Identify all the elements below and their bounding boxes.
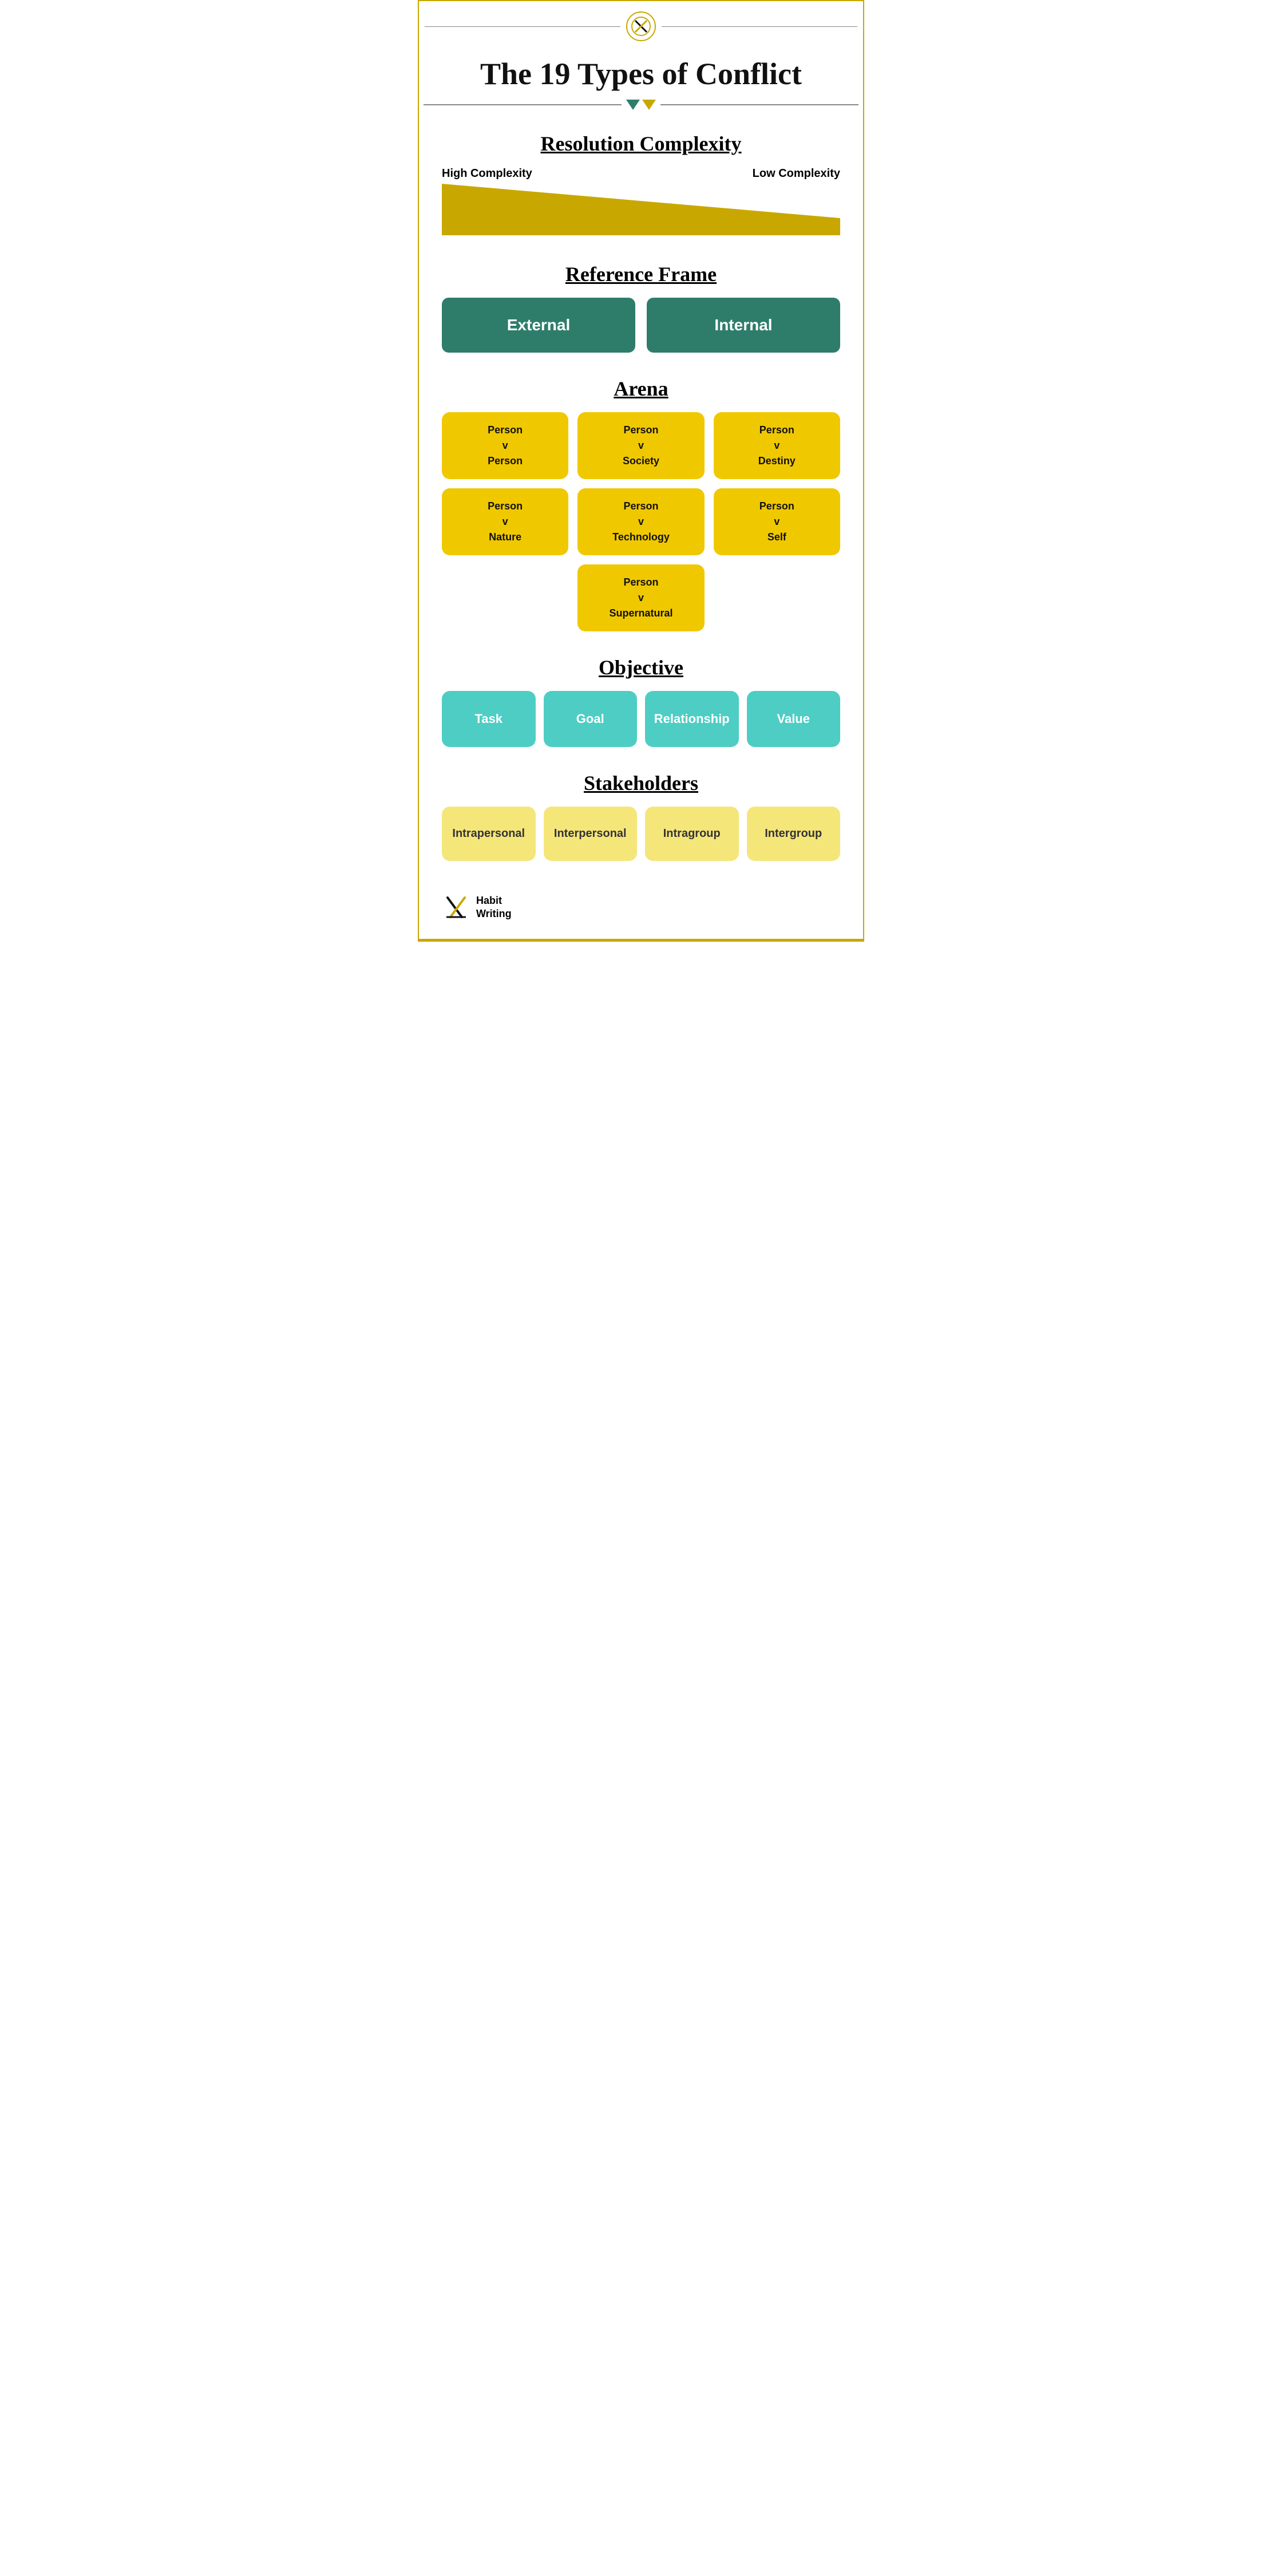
stakeholder-boxes: Intrapersonal Interpersonal Intragroup I… — [442, 807, 840, 861]
objective-boxes: Task Goal Relationship Value — [442, 691, 840, 747]
low-complexity-label: Low Complexity — [753, 167, 840, 180]
stake-intergroup: Intergroup — [747, 807, 841, 861]
obj-goal: Goal — [544, 691, 638, 747]
bottom-border — [419, 939, 863, 941]
arena-col-center: PersonvSociety PersonvTechnology Personv… — [577, 412, 704, 631]
stake-intragroup: Intragroup — [645, 807, 739, 861]
internal-box: Internal — [647, 298, 840, 353]
logo-bar — [419, 1, 863, 46]
footer-icon-svg — [442, 893, 470, 922]
reference-frame-boxes: External Internal — [442, 298, 840, 353]
arena-person-technology: PersonvTechnology — [577, 488, 704, 555]
stakeholders-title: Stakeholders — [442, 771, 840, 795]
obj-relationship: Relationship — [645, 691, 739, 747]
resolution-title: Resolution Complexity — [442, 132, 840, 156]
arena-person-self: PersonvSelf — [714, 488, 840, 555]
footer-brand-line1: Habit — [476, 894, 512, 907]
complexity-chart: High Complexity Low Complexity — [442, 167, 840, 238]
arena-person-nature: PersonvNature — [442, 488, 568, 555]
arena-person-supernatural: PersonvSupernatural — [577, 564, 704, 631]
high-complexity-label: High Complexity — [442, 167, 532, 180]
resolution-section: Resolution Complexity High Complexity Lo… — [419, 126, 863, 256]
objective-section: Objective Task Goal Relationship Value — [419, 650, 863, 765]
external-box: External — [442, 298, 635, 353]
arena-grid: PersonvPerson PersonvNature PersonvSocie… — [442, 412, 840, 631]
stake-intrapersonal: Intrapersonal — [442, 807, 536, 861]
obj-task: Task — [442, 691, 536, 747]
arena-person-person: PersonvPerson — [442, 412, 568, 479]
arrow-yellow — [642, 100, 656, 110]
stakeholders-section: Stakeholders Intrapersonal Interpersonal… — [419, 765, 863, 879]
arena-col-right: PersonvDestiny PersonvSelf — [714, 412, 840, 555]
complexity-labels: High Complexity Low Complexity — [442, 167, 840, 180]
reference-frame-section: Reference Frame External Internal — [419, 256, 863, 371]
footer-brand-text: Habit Writing — [476, 894, 512, 921]
complexity-bar-svg — [442, 184, 840, 235]
arena-section: Arena PersonvPerson PersonvNature Person… — [419, 371, 863, 650]
arrow-teal — [626, 100, 640, 110]
footer-logo: Habit Writing — [442, 893, 512, 922]
arena-person-destiny: PersonvDestiny — [714, 412, 840, 479]
logo-circle — [626, 11, 656, 41]
objective-title: Objective — [442, 655, 840, 679]
arena-col-left: PersonvPerson PersonvNature — [442, 412, 568, 555]
footer: Habit Writing — [419, 879, 863, 939]
arena-title: Arena — [442, 377, 840, 401]
reference-frame-title: Reference Frame — [442, 262, 840, 286]
stake-interpersonal: Interpersonal — [544, 807, 638, 861]
footer-brand-line2: Writing — [476, 907, 512, 920]
title-divider — [419, 100, 863, 110]
arena-person-society: PersonvSociety — [577, 412, 704, 479]
obj-value: Value — [747, 691, 841, 747]
main-title: The 19 Types of Conflict — [419, 46, 863, 96]
